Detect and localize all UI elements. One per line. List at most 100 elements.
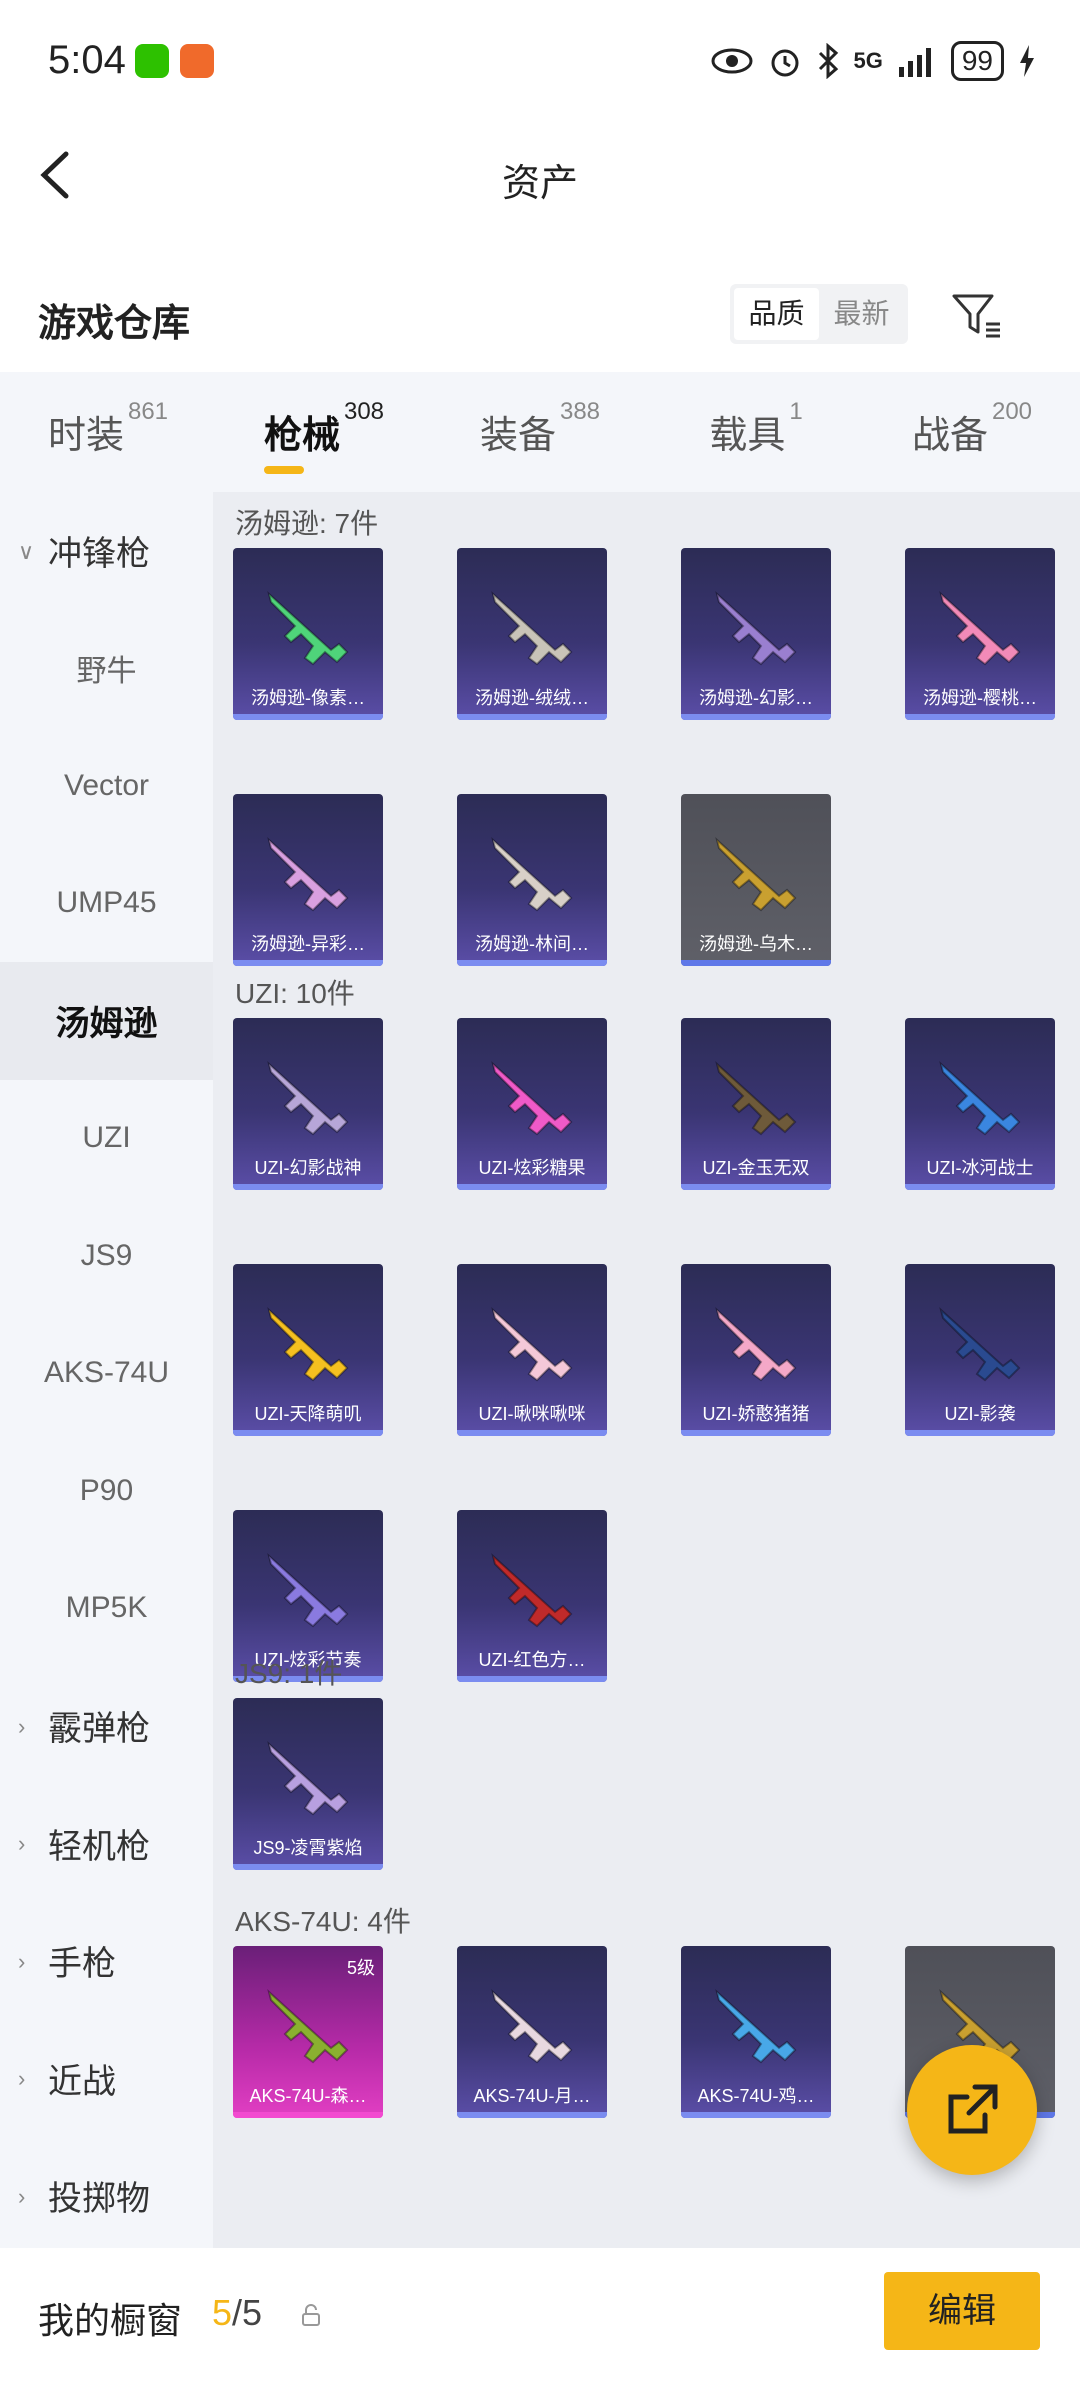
weapon-card[interactable]: 汤姆逊-樱桃… xyxy=(905,548,1055,720)
tab-count: 388 xyxy=(559,398,601,425)
weapon-image xyxy=(715,837,797,912)
sidebar-category[interactable]: › 投掷物 xyxy=(0,2137,213,2255)
sidebar-item[interactable]: Vector xyxy=(0,727,213,845)
chevron-right-icon: › xyxy=(18,1948,26,1974)
sidebar-item-label: 投掷物 xyxy=(48,2180,150,2219)
chevron-right-icon: › xyxy=(18,2183,26,2209)
weapon-name: AKS-74U-月… xyxy=(473,2086,591,2106)
sidebar-item[interactable]: MP5K xyxy=(0,1550,213,1668)
weapon-card[interactable]: UZI-幻影战神 xyxy=(233,1018,383,1190)
tab-count: 1 xyxy=(789,398,803,425)
lock-icon xyxy=(302,2304,320,2326)
weapon-name: 汤姆逊-绒绒… xyxy=(475,688,589,708)
rarity-bar xyxy=(233,714,383,720)
sidebar-item-label: 汤姆逊 xyxy=(55,1005,158,1044)
tab-equipment[interactable]: 装备388 xyxy=(432,372,648,492)
rarity-bar xyxy=(233,1864,383,1870)
sidebar-category[interactable]: › 霰弹枪 xyxy=(0,1667,213,1785)
alarm-icon xyxy=(771,49,799,77)
weapon-card[interactable]: UZI-红色方… xyxy=(457,1510,607,1682)
sidebar-category[interactable]: › 手枪 xyxy=(0,1902,213,2020)
sidebar-item[interactable]: JS9 xyxy=(0,1197,213,1315)
tab-label: 载具 xyxy=(709,415,786,457)
share-button[interactable] xyxy=(907,2045,1037,2175)
section-title: 游戏仓库 xyxy=(38,303,191,345)
filter-icon[interactable] xyxy=(950,288,1004,342)
showcase-bar: 我的橱窗 5/5 编辑 xyxy=(0,2248,1080,2381)
warehouse-header: 游戏仓库 品质 最新 xyxy=(0,270,1080,360)
tab-vehicles[interactable]: 载具1 xyxy=(648,372,864,492)
weapon-name: UZI-炫彩糖果 xyxy=(478,1158,586,1178)
charging-icon xyxy=(1020,45,1034,77)
bluetooth-icon xyxy=(819,43,839,79)
sidebar-item[interactable]: UMP45 xyxy=(0,845,213,963)
weapon-card[interactable]: UZI-影袭 xyxy=(905,1264,1055,1436)
tab-fashion[interactable]: 时装861 xyxy=(0,372,216,492)
weapon-card[interactable]: UZI-啾咪啾咪 xyxy=(457,1264,607,1436)
weapon-image xyxy=(939,1307,1021,1382)
battery-indicator: 99 xyxy=(950,41,1004,81)
weapon-image xyxy=(939,591,1021,666)
rarity-bar xyxy=(681,960,831,966)
weapon-name: 汤姆逊-樱桃… xyxy=(923,688,1037,708)
weapon-name: UZI-啾咪啾咪 xyxy=(478,1404,586,1424)
tab-firearms[interactable]: 枪械308 xyxy=(216,372,432,492)
showcase-label: 我的橱窗 xyxy=(38,2300,183,2341)
weapon-image xyxy=(267,1741,349,1816)
weapon-grid: 汤姆逊: 7件 汤姆逊-像素… 汤姆逊-绒绒… 汤姆逊-幻影… 汤姆逊-樱桃… 汤姆逊-异… xyxy=(213,492,1080,2248)
sort-latest-button[interactable]: 最新 xyxy=(819,288,904,340)
sidebar-item[interactable]: P90 xyxy=(0,1432,213,1550)
sidebar-item-label: AKS-74U xyxy=(43,1356,170,1390)
sidebar-item-label: UMP45 xyxy=(56,886,157,920)
sidebar-item-label: 霰弹枪 xyxy=(48,1710,150,1749)
weapon-card[interactable]: 汤姆逊-绒绒… xyxy=(457,548,607,720)
sidebar-item-label: 野牛 xyxy=(76,655,137,689)
weapon-image xyxy=(267,1553,349,1628)
edit-button[interactable]: 编辑 xyxy=(884,2272,1040,2350)
weapon-name: 汤姆逊-乌木… xyxy=(699,934,813,954)
rarity-bar xyxy=(681,2112,831,2118)
weapon-card[interactable]: 5级 AKS-74U-森… xyxy=(233,1946,383,2118)
weapon-card[interactable]: 汤姆逊-乌木… xyxy=(681,794,831,966)
weapon-name: 汤姆逊-异彩… xyxy=(251,934,365,954)
weapon-card[interactable]: 汤姆逊-幻影… xyxy=(681,548,831,720)
sidebar-item[interactable]: 汤姆逊 xyxy=(0,962,213,1080)
sidebar-category[interactable]: › 轻机枪 xyxy=(0,1785,213,1903)
rarity-bar xyxy=(457,1430,607,1436)
weapon-card[interactable]: 汤姆逊-像素… xyxy=(233,548,383,720)
rarity-bar xyxy=(233,960,383,966)
sort-quality-button[interactable]: 品质 xyxy=(734,288,819,340)
weapon-card[interactable]: UZI-冰河战士 xyxy=(905,1018,1055,1190)
chevron-down-icon: ∨ xyxy=(18,538,35,564)
weapon-card[interactable]: 汤姆逊-林间… xyxy=(457,794,607,966)
rarity-bar xyxy=(905,1430,1055,1436)
weapon-card[interactable]: AKS-74U-月… xyxy=(457,1946,607,2118)
rarity-bar xyxy=(457,960,607,966)
sidebar-item-label: 冲锋枪 xyxy=(48,535,150,574)
sidebar-item[interactable]: UZI xyxy=(0,1080,213,1198)
weapon-image xyxy=(491,1307,573,1382)
sidebar-item[interactable]: 野牛 xyxy=(0,610,213,728)
sidebar-category[interactable]: › 近战 xyxy=(0,2020,213,2138)
weapon-card[interactable]: UZI-金玉无双 xyxy=(681,1018,831,1190)
weapon-card[interactable]: UZI-炫彩糖果 xyxy=(457,1018,607,1190)
weapon-card[interactable]: 汤姆逊-异彩… xyxy=(233,794,383,966)
rarity-bar xyxy=(681,714,831,720)
weapon-card[interactable]: UZI-天降萌叽 xyxy=(233,1264,383,1436)
weapon-card[interactable]: UZI-娇憨猪猪 xyxy=(681,1264,831,1436)
sidebar-category[interactable]: ∨ 冲锋枪 xyxy=(0,492,213,610)
tab-label: 装备 xyxy=(479,415,556,457)
tab-count: 200 xyxy=(991,398,1033,425)
signal-icon xyxy=(898,48,931,77)
sidebar-item[interactable]: AKS-74U xyxy=(0,1315,213,1433)
tab-gear[interactable]: 战备200 xyxy=(864,372,1080,492)
weapon-image xyxy=(267,1989,349,2064)
rarity-bar xyxy=(457,1676,607,1682)
weapon-card[interactable]: JS9-凌霄紫焰 xyxy=(233,1698,383,1870)
weapon-name: 汤姆逊-林间… xyxy=(475,934,589,954)
eye-icon xyxy=(711,48,753,74)
weapon-image xyxy=(715,1307,797,1382)
weapon-card[interactable]: AKS-74U-鸡… xyxy=(681,1946,831,2118)
weapon-image xyxy=(267,837,349,912)
sidebar-item-label: MP5K xyxy=(65,1591,148,1625)
